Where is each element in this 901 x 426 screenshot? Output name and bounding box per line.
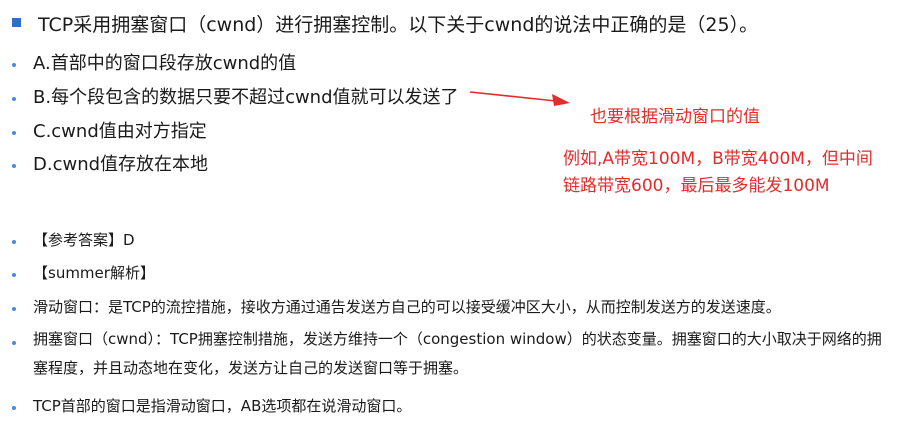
dot-bullet-icon — [12, 273, 16, 277]
option-c: C.cwnd值由对方指定 — [33, 121, 207, 142]
analysis-point-sliding-window: 滑动窗口：是TCP的流控措施，接收方通过通告发送方自己的可以接受缓冲区大小，从而… — [33, 298, 781, 316]
option-d: D.cwnd值存放在本地 — [33, 154, 209, 175]
option-a: A.首部中的窗口段存放cwnd的值 — [33, 53, 297, 74]
example-note: 例如,A带宽100M，B带宽400M，但中间链路带宽600，最后最多能发100M — [563, 149, 873, 196]
arrow-note: 也要根据滑动窗口的值 — [590, 107, 760, 127]
analysis-point-header-window: TCP首部的窗口是指滑动窗口，AB选项都在说滑动窗口。 — [33, 397, 412, 415]
dot-bullet-icon — [12, 63, 16, 67]
dot-bullet-icon — [12, 97, 16, 101]
dot-bullet-icon — [12, 164, 16, 168]
reference-answer: 【参考答案】D — [33, 231, 135, 249]
dot-bullet-icon — [12, 307, 16, 311]
dot-bullet-icon — [12, 131, 16, 135]
dot-bullet-icon — [12, 240, 16, 244]
question-text: TCP采用拥塞窗口（cwnd）进行拥塞控制。以下关于cwnd的说法中正确的是（2… — [38, 14, 759, 36]
square-bullet-icon — [12, 18, 21, 27]
option-b: B.每个段包含的数据只要不超过cwnd值就可以发送了 — [33, 87, 459, 108]
dot-bullet-icon — [12, 341, 16, 345]
dot-bullet-icon — [12, 406, 16, 410]
analysis-point-cwnd: 拥塞窗口（cwnd）：TCP拥塞控制措施，发送方维持一个（congestion … — [33, 330, 882, 377]
analysis-heading: 【summer解析】 — [33, 264, 155, 282]
